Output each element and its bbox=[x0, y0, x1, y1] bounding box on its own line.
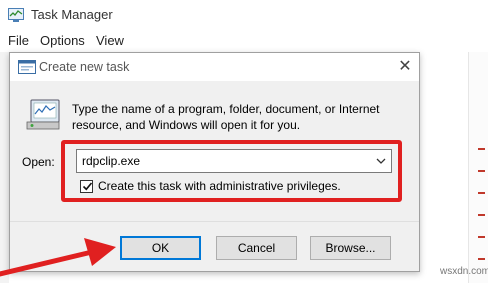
process-row-marker bbox=[478, 258, 485, 260]
task-manager-icon bbox=[8, 8, 24, 22]
task-manager-process-list-edge bbox=[468, 52, 488, 283]
watermark: wsxdn.com bbox=[440, 266, 488, 277]
task-manager-menubar: File Options View bbox=[0, 30, 488, 52]
process-row-marker bbox=[478, 214, 485, 216]
close-icon[interactable]: ✕ bbox=[394, 56, 416, 78]
process-row-marker bbox=[478, 236, 485, 238]
dialog-titlebar[interactable]: Create new task ✕ bbox=[10, 53, 419, 81]
process-row-marker bbox=[478, 170, 485, 172]
cancel-button[interactable]: Cancel bbox=[216, 236, 297, 260]
run-app-icon bbox=[26, 99, 60, 130]
dialog-description: Type the name of a program, folder, docu… bbox=[72, 102, 380, 132]
menu-file[interactable]: File bbox=[8, 33, 29, 48]
dialog-title: Create new task bbox=[39, 60, 130, 74]
run-title-icon bbox=[18, 60, 36, 74]
ok-button[interactable]: OK bbox=[120, 236, 201, 260]
browse-button[interactable]: Browse... bbox=[310, 236, 391, 260]
menu-view[interactable]: View bbox=[96, 33, 124, 48]
open-label: Open: bbox=[22, 155, 55, 169]
task-manager-titlebar: Task Manager bbox=[0, 0, 488, 30]
menu-options[interactable]: Options bbox=[40, 33, 85, 48]
red-arrow-annotation bbox=[0, 238, 116, 277]
process-row-marker bbox=[478, 148, 485, 150]
task-manager-title: Task Manager bbox=[31, 7, 113, 22]
process-row-marker bbox=[478, 192, 485, 194]
highlight-annotation-box bbox=[61, 140, 402, 202]
